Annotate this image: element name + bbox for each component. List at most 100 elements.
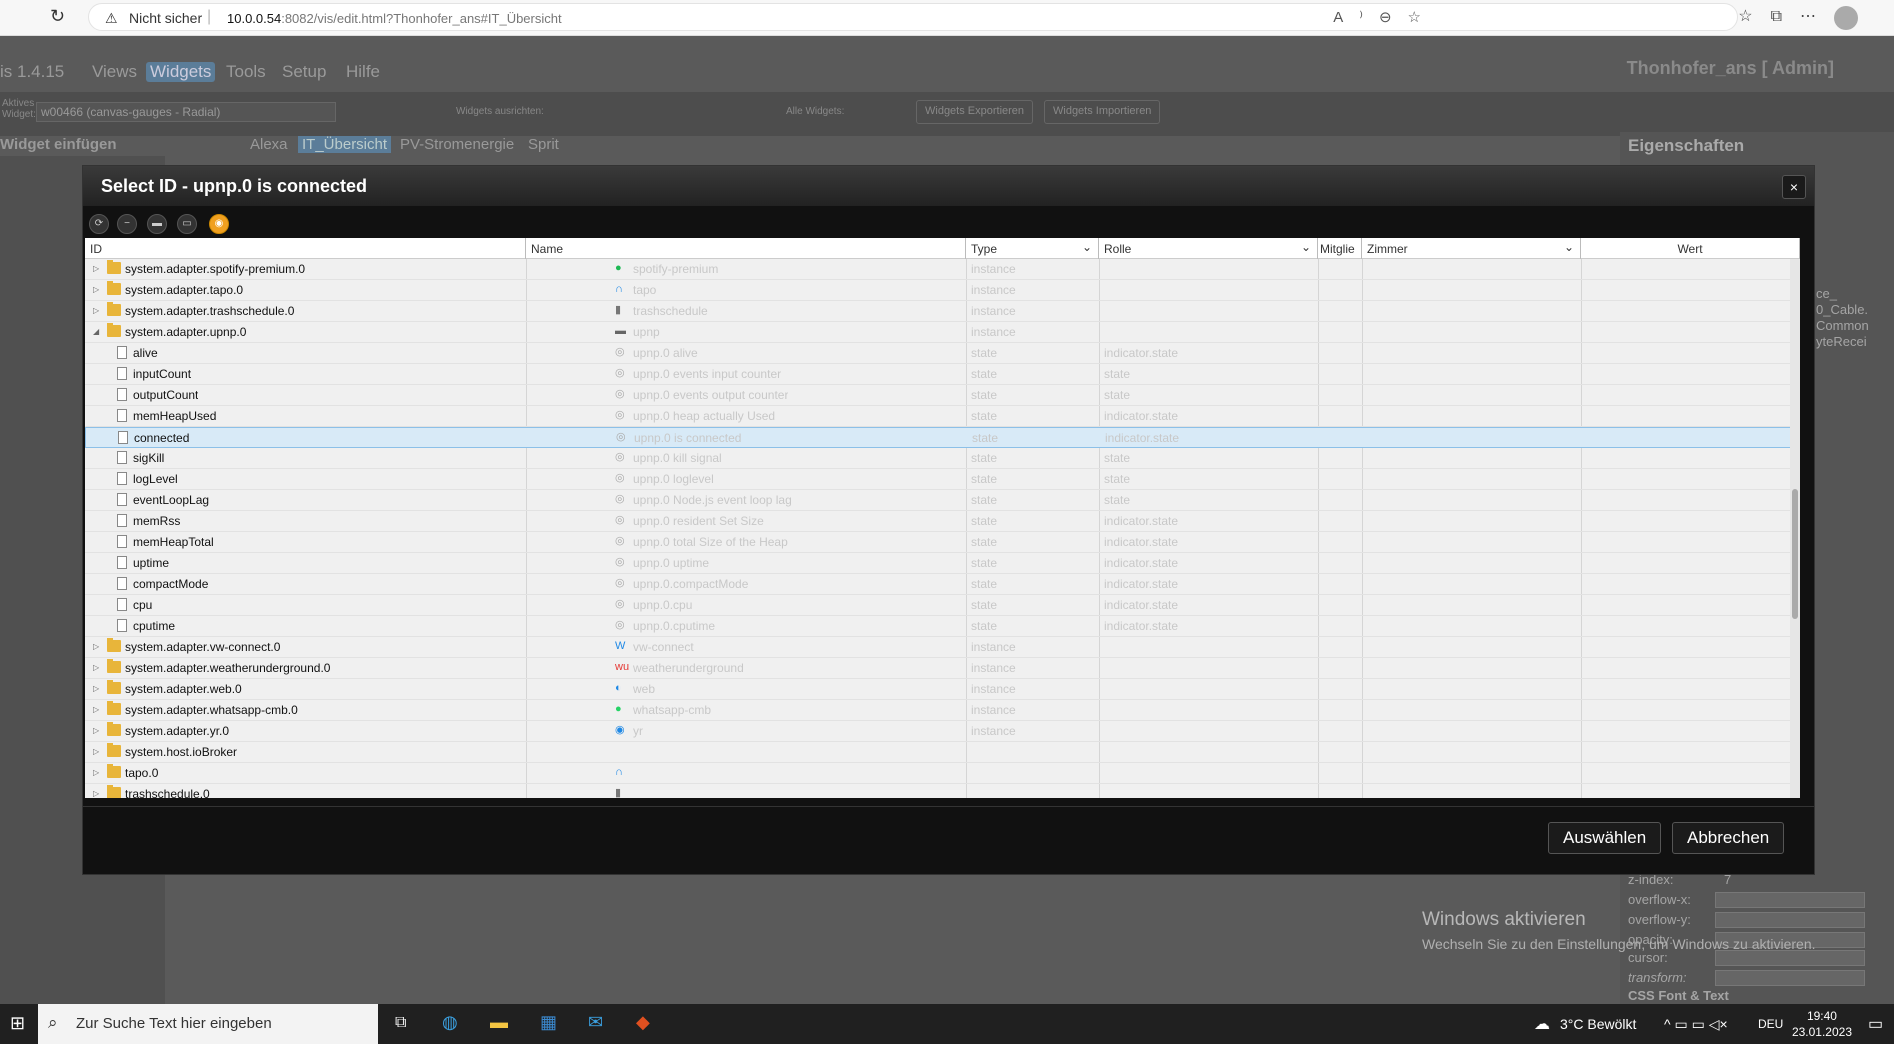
- refresh-icon[interactable]: ⟳: [89, 214, 109, 234]
- language-indicator[interactable]: DEU: [1758, 1017, 1783, 1031]
- search-placeholder[interactable]: Zur Suche Text hier eingeben: [76, 1015, 272, 1032]
- select-button[interactable]: Auswählen: [1548, 822, 1662, 854]
- clock[interactable]: 19:40 23.01.2023: [1792, 1008, 1852, 1040]
- table-row[interactable]: outputCount ◎ upnp.0 events output counter…: [85, 385, 1800, 406]
- table-row[interactable]: ▷ system.adapter.whatsapp-cmb.0 ● whatsapp-…: [85, 700, 1800, 721]
- collapsed-arrow-icon[interactable]: ▷: [93, 684, 99, 693]
- mail-icon[interactable]: ✉: [588, 1012, 603, 1033]
- table-row[interactable]: ▷ system.adapter.weatherunderground.0 wu we…: [85, 658, 1800, 679]
- collapsed-arrow-icon[interactable]: ▷: [93, 264, 99, 273]
- col-name[interactable]: Name: [526, 238, 966, 259]
- cursor-input[interactable]: [1715, 950, 1865, 966]
- side-text-2: 0_Cable.: [1816, 302, 1869, 317]
- collapsed-arrow-icon[interactable]: ▷: [93, 747, 99, 756]
- taskbar-search[interactable]: ⌕ Zur Suche Text hier eingeben: [38, 1004, 378, 1044]
- col-mitglieder[interactable]: Mitglie: [1318, 238, 1362, 259]
- collapsed-arrow-icon[interactable]: ▷: [93, 663, 99, 672]
- profile-avatar[interactable]: [1834, 6, 1858, 30]
- scrollbar-thumb[interactable]: [1792, 489, 1798, 619]
- store-icon[interactable]: ▦: [540, 1012, 557, 1033]
- task-view-icon[interactable]: ⧉: [395, 1014, 406, 1032]
- grid-scrollbar[interactable]: [1790, 259, 1800, 798]
- tab-alexa[interactable]: Alexa: [250, 136, 288, 153]
- overflow-y-select[interactable]: [1715, 912, 1865, 928]
- table-row[interactable]: compactMode ◎ upnp.0.compactMode state indic…: [85, 574, 1800, 595]
- collapsed-arrow-icon[interactable]: ▷: [93, 642, 99, 651]
- explorer-icon[interactable]: ▬: [490, 1012, 508, 1033]
- address-bar[interactable]: ⚠ Nicht sicher | 10.0.0.54:8082/vis/edit…: [88, 3, 1738, 31]
- col-zimmer[interactable]: Zimmer ⌄: [1362, 238, 1581, 259]
- expanded-arrow-icon[interactable]: ◢: [93, 327, 99, 336]
- filter-icon[interactable]: ◉: [209, 214, 229, 234]
- edge-icon[interactable]: ◍: [442, 1012, 458, 1033]
- close-button[interactable]: ×: [1782, 175, 1806, 199]
- collapsed-arrow-icon[interactable]: ▷: [93, 768, 99, 777]
- tab-pv-stromenergie[interactable]: PV-Stromenergie: [400, 136, 514, 153]
- table-row[interactable]: uptime ◎ upnp.0 uptime state indicator.state: [85, 553, 1800, 574]
- reload-icon[interactable]: ↻: [50, 6, 65, 27]
- css-font-section[interactable]: CSS Font & Text: [1628, 988, 1729, 1003]
- row-id: memHeapUsed: [133, 409, 217, 423]
- transform-input[interactable]: [1715, 970, 1865, 986]
- chevron-down-icon[interactable]: ⌄: [1564, 240, 1574, 254]
- menu-tools[interactable]: Tools: [226, 62, 266, 82]
- table-row[interactable]: memHeapUsed ◎ upnp.0 heap actually Used sta…: [85, 406, 1800, 427]
- tray-icons[interactable]: ^ ▭ ▭ ◁×: [1664, 1016, 1728, 1033]
- menu-widgets[interactable]: Widgets: [146, 62, 216, 82]
- table-row[interactable]: ▷ system.adapter.vw-connect.0 Wvw-connect i…: [85, 637, 1800, 658]
- table-row[interactable]: cputime ◎ upnp.0.cputime state indicator.sta…: [85, 616, 1800, 637]
- url-text[interactable]: 10.0.0.54:8082/vis/edit.html?Thonhofer_a…: [227, 11, 562, 26]
- collapsed-arrow-icon[interactable]: ▷: [93, 285, 99, 294]
- windows-start-icon[interactable]: ⊞: [10, 1013, 25, 1034]
- folder-open-icon[interactable]: ▭: [177, 214, 197, 234]
- table-row[interactable]: connected ◎ upnp.0 is connected state indica…: [85, 427, 1800, 448]
- menu-setup[interactable]: Setup: [282, 62, 326, 82]
- tab-sprit[interactable]: Sprit: [528, 136, 559, 153]
- active-widget-select[interactable]: w00466 (canvas-gauges - Radial): [36, 102, 336, 122]
- table-row[interactable]: ▷ system.adapter.trashschedule.0 ▮ trashsch…: [85, 301, 1800, 322]
- table-row[interactable]: inputCount ◎ upnp.0 events input counter st…: [85, 364, 1800, 385]
- folder-closed-icon[interactable]: ▬: [147, 214, 167, 234]
- collapsed-arrow-icon[interactable]: ▷: [93, 705, 99, 714]
- collapsed-arrow-icon[interactable]: ▷: [93, 306, 99, 315]
- chevron-down-icon[interactable]: ⌄: [1082, 240, 1092, 254]
- table-row[interactable]: ▷ tapo.0 ∩: [85, 763, 1800, 784]
- col-rolle[interactable]: Rolle ⌄: [1099, 238, 1318, 259]
- cancel-button[interactable]: Abbrechen: [1672, 822, 1785, 854]
- table-row[interactable]: sigKill ◎ upnp.0 kill signal state state: [85, 448, 1800, 469]
- table-row[interactable]: ▷ system.adapter.yr.0 ◉ yr instance: [85, 721, 1800, 742]
- collapsed-arrow-icon[interactable]: ▷: [93, 726, 99, 735]
- col-id[interactable]: ID: [85, 238, 526, 259]
- table-row[interactable]: logLevel ◎ upnp.0 loglevel state state: [85, 469, 1800, 490]
- table-row[interactable]: memHeapTotal ◎ upnp.0 total Size of the He…: [85, 532, 1800, 553]
- notification-icon[interactable]: ▭: [1868, 1014, 1883, 1034]
- collapse-icon[interactable]: −: [117, 214, 137, 234]
- adapter-icon: ◎: [615, 451, 625, 463]
- col-wert[interactable]: Wert: [1581, 238, 1800, 259]
- menu-views[interactable]: Views: [92, 62, 137, 82]
- app-icon[interactable]: ◆: [636, 1012, 650, 1033]
- export-widgets-button[interactable]: Widgets Exportieren: [916, 100, 1034, 124]
- table-row[interactable]: ◢ system.adapter.upnp.0 ▬ upnp instance: [85, 322, 1800, 343]
- address-tools-icons[interactable]: A⁾⊖☆: [1333, 8, 1437, 26]
- row-type: instance: [971, 640, 1016, 654]
- table-row[interactable]: memRss ◎ upnp.0 resident Set Size state indi…: [85, 511, 1800, 532]
- import-widgets-button[interactable]: Widgets Importieren: [1044, 100, 1161, 124]
- browser-icons[interactable]: ☆⧉⋯: [1738, 6, 1834, 26]
- table-row[interactable]: ▷ trashschedule.0 ▮: [85, 784, 1800, 798]
- table-row[interactable]: ▷ system.adapter.web.0 ◐ web instance: [85, 679, 1800, 700]
- menu-hilfe[interactable]: Hilfe: [346, 62, 380, 82]
- tab-it-uebersicht[interactable]: IT_Übersicht: [298, 136, 392, 153]
- weather-text[interactable]: 3°C Bewölkt: [1560, 1016, 1636, 1032]
- table-row[interactable]: cpu ◎ upnp.0.cpu state indicator.state: [85, 595, 1800, 616]
- overflow-x-select[interactable]: [1715, 892, 1865, 908]
- collapsed-arrow-icon[interactable]: ▷: [93, 789, 99, 798]
- activate-windows-sub: Wechseln Sie zu den Einstellungen, um Wi…: [1422, 936, 1816, 952]
- table-row[interactable]: eventLoopLag ◎ upnp.0 Node.js event loop l…: [85, 490, 1800, 511]
- table-row[interactable]: ▷ system.adapter.spotify-premium.0 ● spotif…: [85, 259, 1800, 280]
- table-row[interactable]: alive ◎ upnp.0 alive state indicator.state: [85, 343, 1800, 364]
- chevron-down-icon[interactable]: ⌄: [1301, 240, 1311, 254]
- col-type[interactable]: Type ⌄: [966, 238, 1099, 259]
- table-row[interactable]: ▷ system.host.ioBroker: [85, 742, 1800, 763]
- table-row[interactable]: ▷ system.adapter.tapo.0 ∩ tapo instance: [85, 280, 1800, 301]
